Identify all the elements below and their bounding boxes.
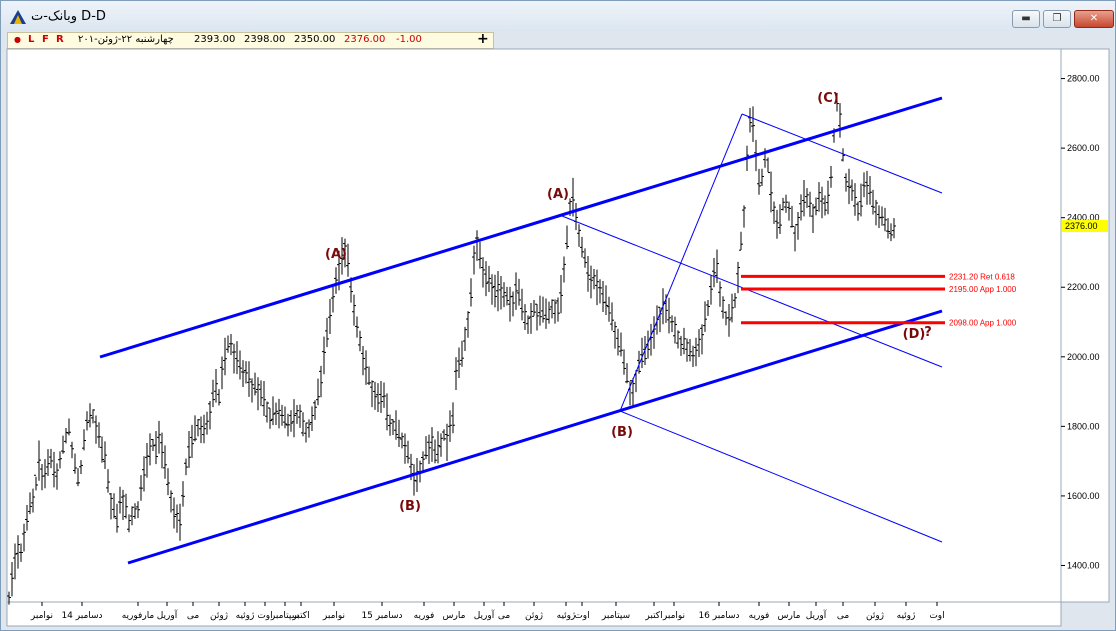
- y-axis-panel: [1060, 48, 1110, 603]
- x-tick-label-12: فوریه: [414, 611, 435, 621]
- last-price-label: 2376.00: [1065, 221, 1098, 231]
- x-tick-label-13: مارس: [443, 611, 466, 621]
- wave-label-4: (C): [817, 91, 838, 106]
- price-chart[interactable]: 2231.20 Ret 0.618 2195.00 App 1.000 2098.0…: [0, 0, 1116, 631]
- x-tick-label-4: می: [187, 611, 200, 621]
- y-tick-label-1: 1600.00: [1067, 491, 1100, 501]
- wave-label-0: (A): [325, 247, 347, 262]
- x-tick-label-16: ژوئن: [525, 611, 543, 621]
- x-tick-label-21: نوامبر: [662, 611, 685, 621]
- x-tick-label-11: 15 دسامبر: [361, 611, 402, 621]
- x-tick-label-5: ژوئن: [210, 611, 228, 621]
- x-tick-label-2: مارفوریه: [122, 611, 155, 621]
- x-tick-label-25: آوریل: [806, 609, 827, 621]
- x-tick-label-3: آوریل: [157, 609, 178, 621]
- x-tick-label-20: اکتبر: [644, 611, 662, 621]
- wave-label-3: (B): [611, 425, 633, 440]
- wave-label-5: (D): [903, 327, 926, 342]
- x-tick-label-14: آوریل: [474, 609, 495, 621]
- y-tick-label-0: 1400.00: [1067, 560, 1100, 570]
- x-tick-label-18: اوت: [574, 611, 589, 621]
- wave-label-2: (A): [547, 187, 569, 202]
- x-tick-label-17: ژوئیه: [557, 611, 576, 621]
- level-label-2: 2098.00 App 1.000: [949, 319, 1017, 328]
- level-label-1: 2195.00 App 1.000: [949, 285, 1017, 294]
- x-tick-label-15: می: [498, 611, 511, 621]
- x-tick-label-10: نوامبر: [322, 611, 345, 621]
- x-tick-label-9: اکتبر: [291, 611, 309, 621]
- x-tick-label-23: فوریه: [749, 611, 770, 621]
- y-tick-label-7: 2800.00: [1067, 74, 1100, 84]
- x-tick-label-19: سپتامبر: [601, 611, 630, 621]
- x-tick-label-1: 14 دسامبر: [61, 611, 102, 621]
- y-tick-label-2: 1800.00: [1067, 421, 1100, 431]
- x-tick-label-28: ژوئیه: [897, 611, 916, 621]
- x-tick-label-6: ژوئیه: [236, 611, 255, 621]
- x-tick-label-22: 16 دسامبر: [698, 611, 739, 621]
- wave-label-1: (B): [399, 499, 421, 514]
- y-tick-label-4: 2200.00: [1067, 282, 1100, 292]
- level-label-0: 2231.20 Ret 0.618: [949, 272, 1015, 281]
- x-tick-label-0: نوامبر: [30, 611, 53, 621]
- wave-label-6: ?: [924, 325, 932, 340]
- plot-area: [6, 48, 1062, 603]
- y-tick-label-6: 2600.00: [1067, 143, 1100, 153]
- x-tick-label-26: می: [837, 611, 850, 621]
- y-tick-label-3: 2000.00: [1067, 352, 1100, 362]
- x-tick-label-27: ژوئن: [866, 611, 884, 621]
- x-tick-label-24: مارس: [778, 611, 801, 621]
- x-tick-label-29: اوت: [929, 611, 944, 621]
